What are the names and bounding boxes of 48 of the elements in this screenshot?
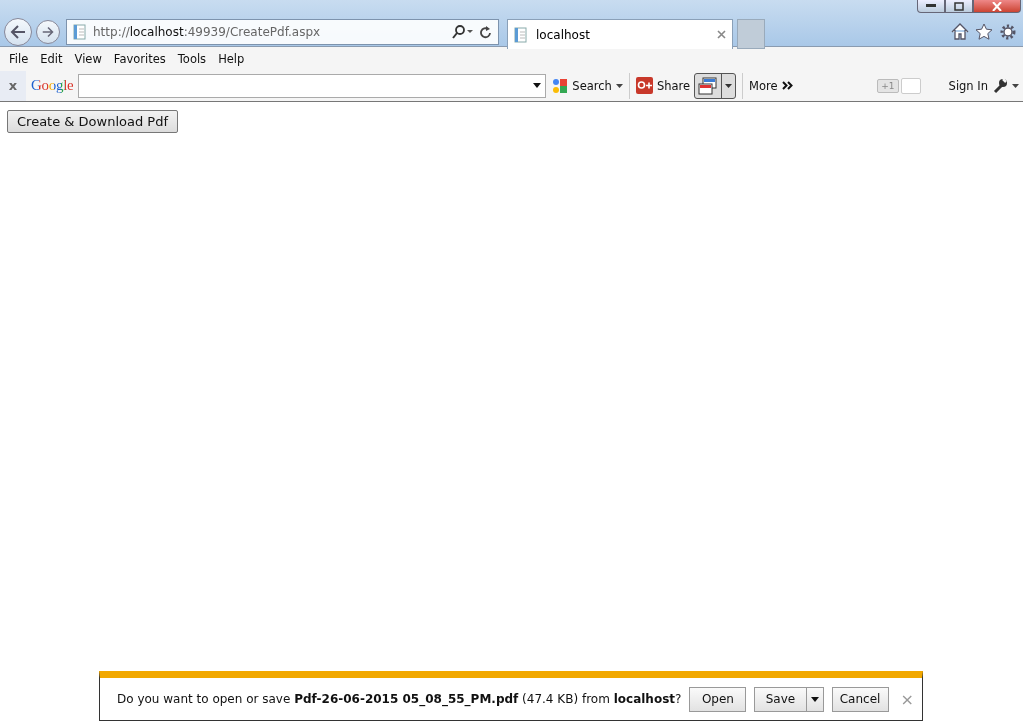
dots-icon [552, 77, 569, 94]
download-button[interactable]: Cancel [831, 686, 889, 712]
download-message: Do you want to open or save Pdf-26-06-2015 05_08_55_PM.pdf (47.4 KB) from localhost? [117, 692, 682, 706]
page-icon [73, 24, 87, 40]
close-button[interactable] [973, 0, 1021, 13]
search-icon[interactable] [452, 25, 474, 39]
menu-item[interactable]: File [3, 51, 35, 66]
forward-arrow-icon[interactable] [42, 26, 54, 38]
menu-item[interactable]: View [68, 51, 108, 66]
share-button[interactable]: Share [656, 78, 691, 93]
star-icon[interactable] [975, 23, 993, 40]
create-download-button[interactable]: Create & Download Pdf [7, 110, 179, 133]
back-arrow-icon[interactable] [10, 25, 26, 39]
forward-button[interactable] [36, 20, 60, 44]
plus-icon [635, 77, 653, 94]
google-logo: Google [31, 77, 74, 94]
browser-tab[interactable]: localhost [507, 19, 733, 49]
close-toolbar-button[interactable]: x [0, 70, 26, 101]
dropdown-arrow-icon[interactable] [533, 83, 542, 88]
caret-icon[interactable] [725, 83, 733, 88]
menu-item[interactable]: Help [212, 51, 251, 66]
home-icon[interactable] [951, 23, 969, 40]
page-icon [514, 26, 528, 43]
close-icon[interactable] [717, 30, 726, 39]
wrench-icon[interactable] [992, 77, 1008, 94]
caret-icon[interactable] [615, 83, 623, 88]
search-field[interactable] [78, 73, 547, 98]
count-bubble [900, 77, 921, 94]
settings-icon[interactable] [999, 23, 1017, 41]
restore-button[interactable] [945, 0, 973, 13]
search-button[interactable]: Search [572, 78, 612, 93]
windows-icon[interactable] [698, 76, 719, 95]
menu-item[interactable]: Tools [171, 51, 213, 66]
restore-icon[interactable] [954, 1, 964, 11]
refresh-icon[interactable] [480, 25, 492, 39]
menu-item[interactable]: Edit [34, 51, 69, 66]
minimize-button[interactable] [917, 0, 945, 13]
back-button[interactable] [4, 18, 32, 46]
double-chevron-icon[interactable] [781, 81, 793, 90]
caret-icon[interactable] [810, 696, 819, 702]
more-button[interactable]: More [749, 78, 778, 93]
minimize-icon[interactable] [926, 4, 936, 8]
menu-item[interactable]: Favorites [107, 51, 172, 66]
sign-in-link[interactable]: Sign In [948, 78, 988, 93]
download-button[interactable]: Open [689, 686, 747, 712]
popup-button[interactable] [694, 72, 737, 99]
caret-icon[interactable] [1012, 83, 1019, 88]
download-button[interactable]: Save [754, 686, 824, 712]
